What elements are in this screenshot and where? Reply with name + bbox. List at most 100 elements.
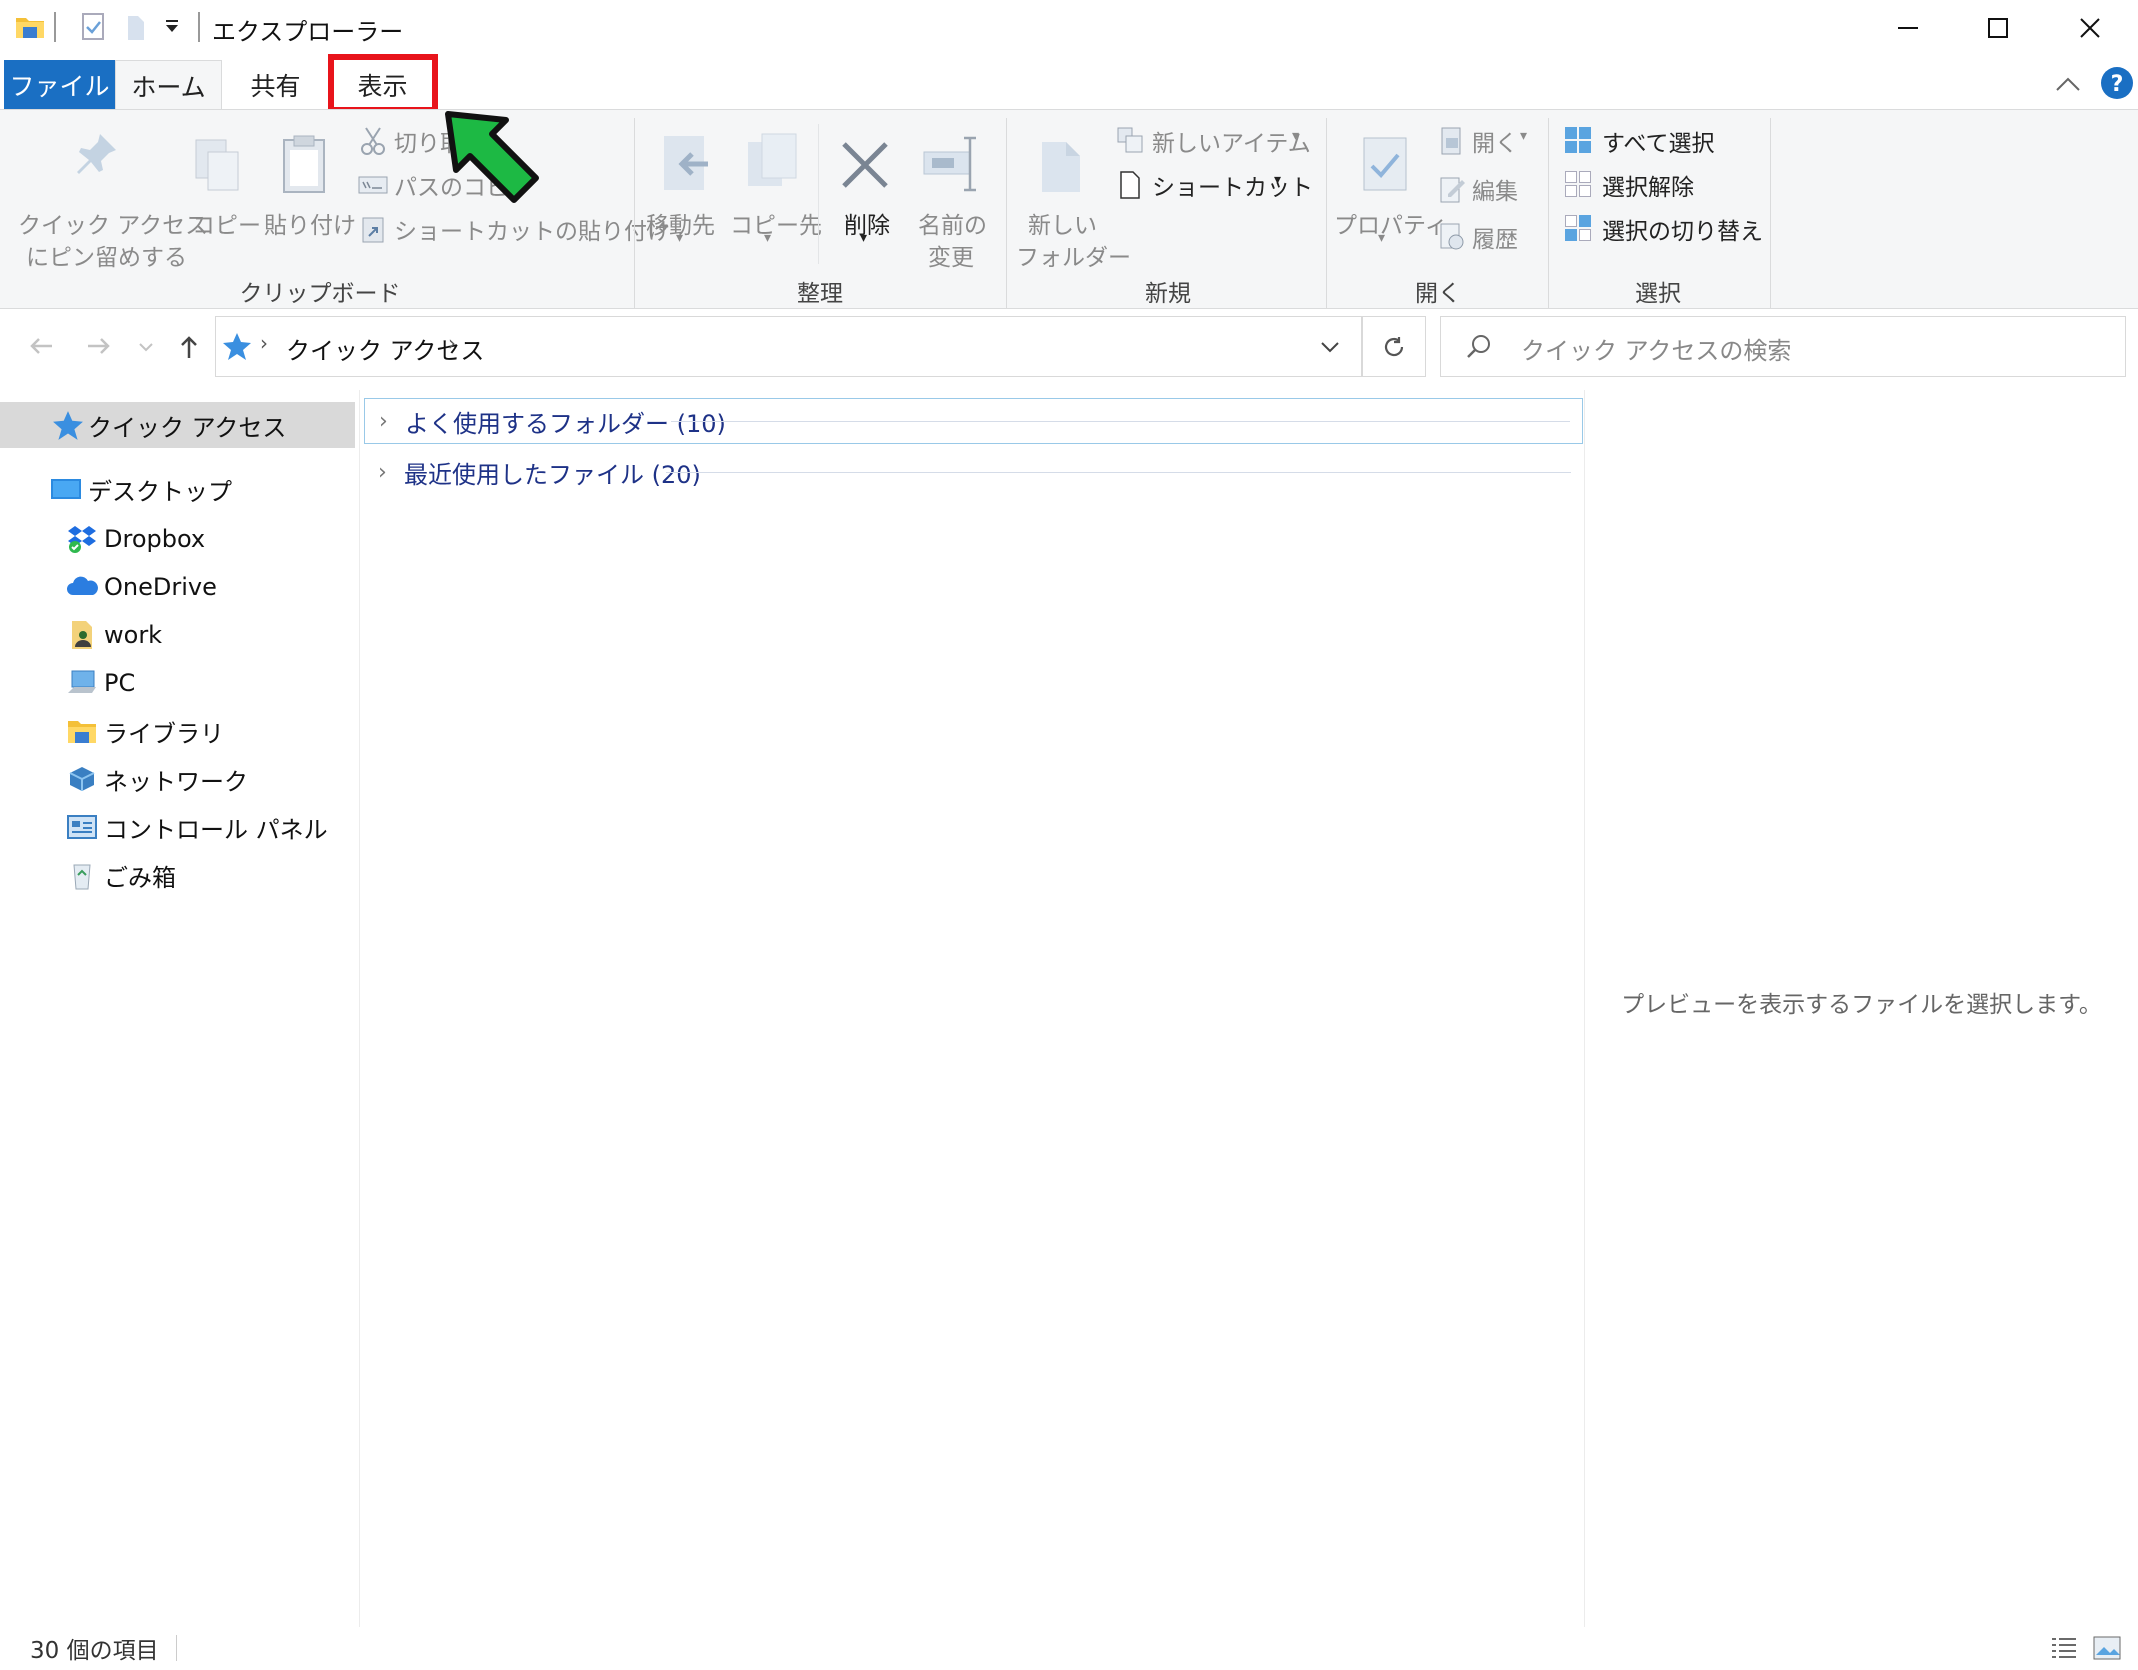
nav-item-control-panel[interactable]: コントロール パネル [0, 804, 355, 850]
new-folder-button[interactable]: 新しい フォルダー [1014, 120, 1131, 271]
copy-to-label: コピー先 [730, 213, 822, 239]
recent-locations-chevron-icon[interactable] [138, 342, 154, 352]
divider [176, 1635, 177, 1661]
group-header-recent-files[interactable]: › 最近使用したファイル (20) [364, 449, 1583, 495]
tab-share[interactable]: 共有 [222, 60, 329, 110]
nav-item-libraries[interactable]: ライブラリ [0, 708, 355, 754]
history-button[interactable]: 履歴 [1436, 220, 1536, 254]
refresh-button[interactable] [1362, 316, 1426, 377]
search-input[interactable]: クイック アクセスの検索 [1521, 331, 1791, 366]
group-rule [671, 421, 1570, 422]
open-group-label: 開く [1415, 281, 1461, 307]
nav-label: work [104, 621, 163, 649]
nav-item-pc[interactable]: PC [0, 660, 355, 706]
nav-item-network[interactable]: ネットワーク [0, 756, 355, 802]
select-none-icon [1564, 170, 1592, 198]
address-dropdown-icon[interactable] [1320, 341, 1340, 353]
rename-button[interactable]: 名前の 変更 [908, 120, 994, 271]
title-bar: エクスプローラー [0, 0, 2138, 56]
ribbon: クイック アクセス にピン留めする コピー 貼り付け 切り取 パスのコピー ショ… [0, 109, 2138, 309]
dropbox-icon [66, 523, 98, 555]
control-panel-icon [66, 811, 98, 843]
minimize-button[interactable] [1862, 0, 1954, 56]
collapse-ribbon-icon[interactable] [2054, 74, 2082, 94]
large-icons-view-icon[interactable] [2092, 1635, 2122, 1661]
select-all-button[interactable]: すべて選択 [1562, 124, 1772, 158]
view-tab-highlight [328, 54, 438, 113]
move-to-button[interactable]: 移動先 ▾ [644, 120, 720, 270]
nav-item-quick-access[interactable]: クイック アクセス [0, 402, 355, 448]
user-folder-icon [66, 619, 98, 651]
delete-button[interactable]: 削除 ▾ [830, 120, 904, 270]
rename-label-2: 変更 [928, 245, 974, 271]
pin-to-quick-access-button[interactable]: クイック アクセス にピン留めする [10, 120, 208, 271]
select-none-button[interactable]: 選択解除 [1562, 168, 1772, 202]
paste-button[interactable]: 貼り付け [258, 120, 356, 250]
window-title: エクスプローラー [212, 18, 404, 46]
nav-item-recycle-bin[interactable]: ごみ箱 [0, 852, 355, 898]
properties-qa-icon[interactable] [80, 10, 106, 42]
expand-chevron-icon: › [378, 459, 387, 485]
breadcrumb-chevron-icon: › [448, 331, 456, 355]
help-icon[interactable]: ? [2100, 66, 2134, 100]
breadcrumb-chevron-icon: › [260, 331, 268, 355]
divider [1326, 118, 1327, 308]
copy-button[interactable]: コピー [186, 120, 261, 250]
select-group-label: 選択 [1635, 281, 1681, 307]
nav-label: コントロール パネル [104, 815, 328, 844]
divider [54, 12, 56, 42]
onedrive-cloud-icon [66, 571, 98, 603]
up-icon[interactable] [178, 334, 200, 360]
group-label: 最近使用したファイル (20) [404, 460, 701, 489]
nav-item-desktop[interactable]: デスクトップ [0, 466, 355, 512]
properties-label: プロパティ [1334, 213, 1448, 239]
divider [1548, 118, 1549, 308]
new-item-button[interactable]: 新しいアイテム ▾ [1114, 124, 1314, 158]
history-icon [1438, 222, 1466, 252]
new-item-label: 新しいアイテム [1152, 131, 1311, 157]
customize-qa-dropdown-icon[interactable] [164, 16, 180, 36]
library-folder-icon [66, 715, 98, 747]
open-button[interactable]: 開く ▾ [1436, 124, 1536, 158]
nav-item-onedrive[interactable]: OneDrive [0, 564, 355, 610]
select-all-label: すべて選択 [1602, 131, 1715, 157]
search-box[interactable]: クイック アクセスの検索 [1440, 316, 2126, 377]
item-count: 30 個の項目 [30, 1638, 159, 1664]
delete-x-icon [838, 138, 892, 192]
new-item-icon [1116, 126, 1144, 154]
maximize-button[interactable] [1952, 0, 2044, 56]
star-icon [52, 409, 84, 441]
nav-label: クイック アクセス [88, 413, 287, 442]
address-bar[interactable]: › クイック アクセス › [215, 316, 1362, 377]
properties-button[interactable]: プロパティ ▾ [1334, 120, 1448, 270]
forward-icon[interactable] [86, 336, 112, 356]
divider [359, 390, 360, 1627]
group-header-frequent-folders[interactable]: › よく使用するフォルダー (10) [364, 398, 1583, 444]
dropdown-caret-icon: ▾ [764, 230, 772, 246]
refresh-icon [1382, 335, 1406, 359]
edit-button[interactable]: 編集 [1436, 172, 1536, 206]
tab-home[interactable]: ホーム [115, 60, 222, 110]
rename-icon [922, 136, 982, 192]
copy-to-button[interactable]: コピー先 ▾ [726, 120, 822, 270]
nav-label: OneDrive [104, 573, 217, 601]
pin-icon [72, 130, 120, 178]
nav-item-work[interactable]: work [0, 612, 355, 658]
navigation-pane: クイック アクセス デスクトップ Dropbox OneDrive work P… [0, 390, 360, 1627]
dropdown-caret-icon: ▾ [860, 230, 868, 246]
paste-shortcut-button[interactable]: ショートカットの貼り付け [358, 212, 670, 246]
details-view-icon[interactable] [2050, 1635, 2078, 1661]
invert-selection-button[interactable]: 選択の切り替え [1562, 212, 1782, 246]
history-label: 履歴 [1472, 227, 1518, 253]
tab-file[interactable]: ファイル [4, 60, 115, 110]
dropdown-caret-icon: ▾ [676, 230, 684, 246]
back-icon[interactable] [28, 336, 54, 356]
desktop-icon [50, 473, 82, 505]
nav-item-dropbox[interactable]: Dropbox [0, 516, 355, 562]
new-group-label: 新規 [1145, 281, 1191, 307]
new-folder-qa-icon[interactable] [124, 10, 148, 42]
organize-group-label: 整理 [797, 281, 843, 307]
paste-shortcut-label: ショートカットの貼り付け [394, 219, 670, 245]
close-button[interactable] [2044, 0, 2136, 56]
easy-access-shortcut-button[interactable]: ショートカット ▾ [1114, 168, 1314, 202]
